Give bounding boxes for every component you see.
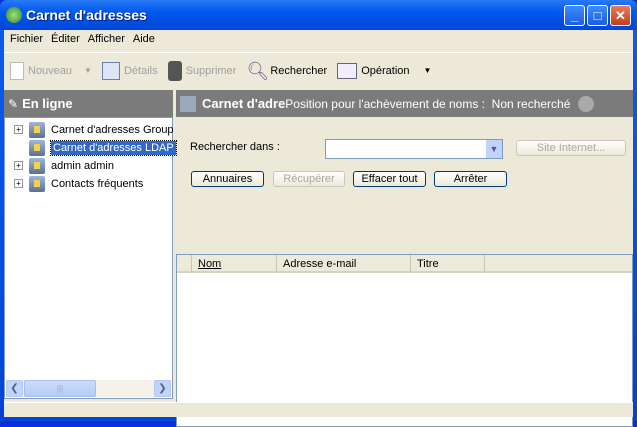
tree-item-selected[interactable]: Carnet d'adresses LDAP [5, 139, 177, 156]
magnifier-icon: 🔍︎ [246, 60, 270, 81]
menu-editer[interactable]: Éditer [47, 30, 84, 48]
addressbook-icon [29, 121, 45, 138]
address-book-window: Carnet d'adresses _ □ ✕ Fichier Éditer A… [0, 0, 637, 427]
plug-icon: ✎ [8, 96, 19, 111]
expand-icon[interactable]: + [14, 179, 23, 188]
stop-button[interactable]: Arrêter [434, 171, 507, 187]
maximize-button[interactable]: □ [587, 5, 608, 26]
directory-tree: + Carnet d'adresses Group Carnet d'adress… [4, 117, 177, 399]
envelope-icon [337, 62, 358, 79]
addressbook-icon [29, 157, 45, 174]
tree-item[interactable]: + Carnet d'adresses Group [5, 121, 174, 138]
title-bar[interactable]: Carnet d'adresses _ □ ✕ [0, 0, 637, 30]
progress-icon [578, 95, 595, 112]
clear-all-button[interactable]: Effacer tout [353, 171, 426, 187]
trash-icon [167, 60, 182, 81]
tree-item[interactable]: + admin admin [5, 157, 114, 174]
menu-fichier[interactable]: Fichier [6, 30, 47, 48]
menu-bar: Fichier Éditer Afficher Aide [4, 30, 633, 48]
column-header-icon[interactable] [177, 255, 192, 273]
column-header-title[interactable]: Titre [411, 255, 485, 273]
chevron-down-icon[interactable]: ▼ [486, 140, 502, 158]
expand-icon[interactable]: + [14, 125, 23, 134]
column-header-filler [485, 255, 632, 273]
right-pane-header: Carnet d'adre Position pour l'achèvement… [176, 90, 633, 117]
scroll-right-button[interactable]: ❯ [154, 380, 171, 397]
app-icon [6, 7, 22, 23]
menu-afficher[interactable]: Afficher [84, 30, 129, 48]
details-icon [101, 61, 120, 80]
retrieve-button[interactable]: Récupérer [273, 171, 345, 187]
column-header-email[interactable]: Adresse e-mail [277, 255, 411, 273]
search-button[interactable]: 🔍︎ Rechercher [246, 61, 327, 81]
chevron-down-icon: ▼ [423, 66, 432, 75]
window-title: Carnet d'adresses [26, 7, 147, 23]
new-button[interactable]: Nouveau ▼ [10, 61, 92, 80]
scroll-left-button[interactable]: ❮ [6, 380, 23, 397]
website-button[interactable]: Site Internet... [516, 140, 626, 156]
expand-icon[interactable]: + [14, 161, 23, 170]
chevron-down-icon: ▼ [84, 66, 92, 75]
directories-button[interactable]: Annuaires [191, 171, 264, 187]
details-button[interactable]: Détails [101, 61, 158, 80]
status-bar [4, 402, 633, 417]
horizontal-scrollbar[interactable]: ❮ ||| ❯ [6, 380, 171, 397]
close-button[interactable]: ✕ [610, 5, 631, 26]
left-pane-header: ✎ En ligne [4, 90, 173, 117]
directory-icon [180, 95, 196, 112]
tree-item[interactable]: + Contacts fréquents [5, 175, 143, 192]
ldap-icon [29, 139, 45, 156]
new-document-icon [10, 61, 24, 80]
client-area: Fichier Éditer Afficher Aide Nouveau ▼ Dé… [4, 30, 633, 427]
toolbar: Nouveau ▼ Détails Supprimer 🔍︎ Rechercher … [4, 52, 633, 88]
scroll-thumb[interactable]: ||| [24, 380, 96, 397]
addressbook-icon [29, 175, 45, 192]
menu-aide[interactable]: Aide [129, 30, 159, 48]
search-in-dropdown[interactable]: ▼ [325, 139, 503, 159]
delete-button[interactable]: Supprimer [167, 60, 236, 81]
minimize-button[interactable]: _ [564, 5, 585, 26]
operation-button[interactable]: Opération ▼ [337, 62, 432, 79]
column-header-name[interactable]: Nom [192, 255, 277, 273]
